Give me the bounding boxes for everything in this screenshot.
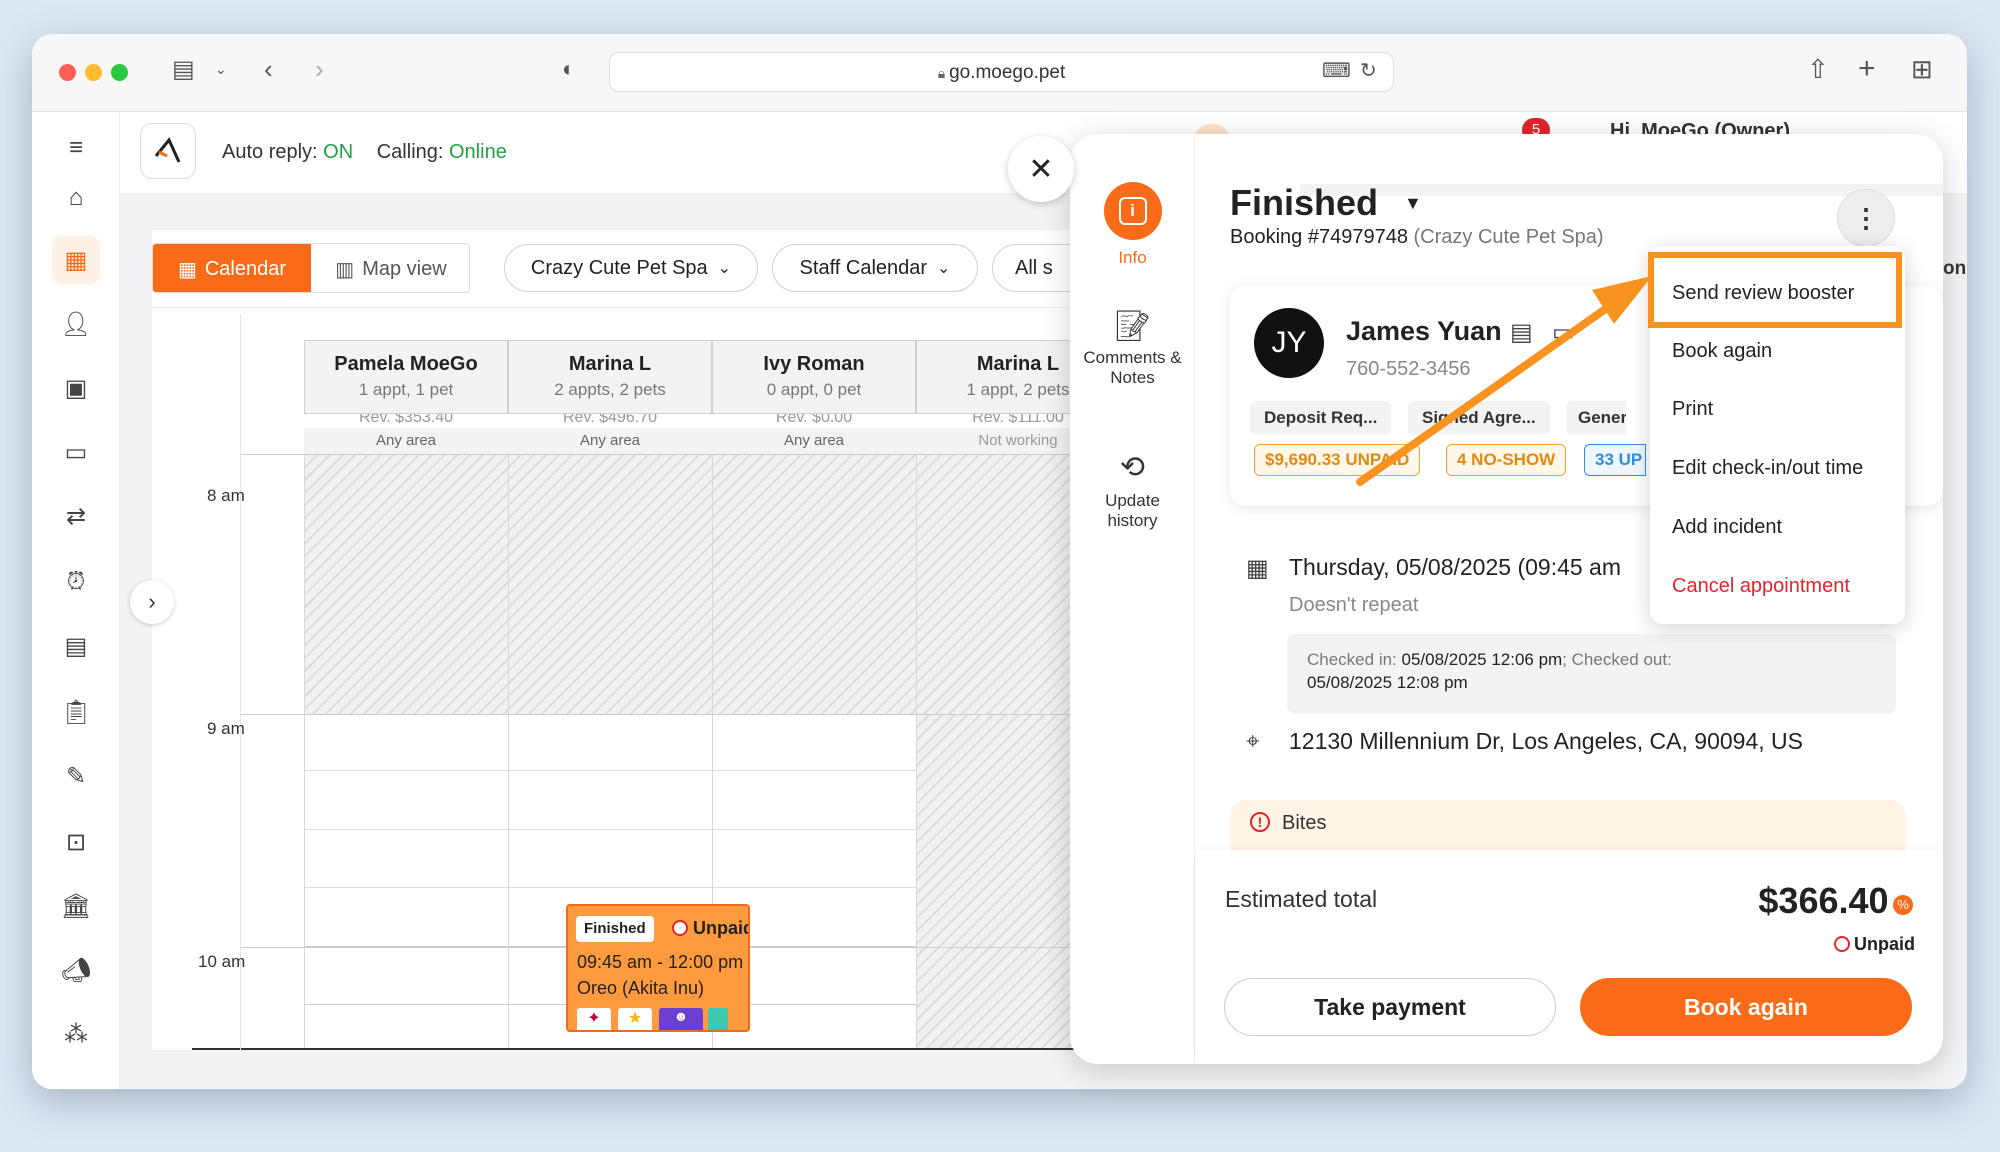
annotation-arrow	[1356, 276, 1652, 486]
close-panel-button[interactable]: ✕	[1008, 136, 1074, 202]
close-icon: ✕	[1028, 152, 1054, 186]
